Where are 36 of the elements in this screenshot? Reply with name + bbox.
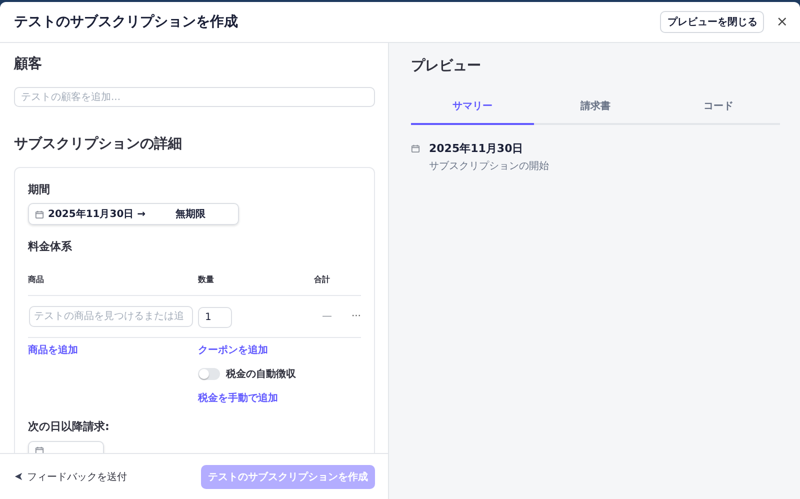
field-label: 期間: [28, 182, 51, 197]
event-description: サブスクリプションの開始: [429, 160, 549, 173]
field-label: 料金体系: [28, 239, 73, 254]
end-date: 無期限: [176, 208, 206, 221]
feedback-text: フィードバックを送付: [27, 470, 127, 484]
date-range-picker[interactable]: 2025年11月30日 → 無期限: [28, 203, 239, 225]
calendar-icon: [411, 144, 420, 153]
customer-field[interactable]: テストの顧客を追加...: [14, 87, 375, 107]
calendar-icon: [35, 446, 44, 453]
add-coupon-link[interactable]: クーポンを追加: [198, 343, 361, 357]
close-button[interactable]: ×: [774, 14, 790, 30]
section-heading: プレビュー: [411, 57, 482, 75]
close-preview-button[interactable]: プレビューを閉じる: [660, 11, 764, 33]
product-field[interactable]: テストの商品を見つけるまたは追: [29, 306, 193, 327]
calendar-icon: [35, 210, 44, 218]
add-tax-link[interactable]: 税金を手動で追加: [198, 391, 361, 405]
more-button[interactable]: ···: [351, 311, 361, 322]
send-icon: [14, 472, 23, 481]
add-product-link[interactable]: 商品を追加: [28, 343, 78, 405]
quantity-field[interactable]: 1: [198, 307, 232, 328]
window-title: テストのサブスクリプションを作成: [14, 13, 238, 31]
field-label: 次の日以降請求:: [28, 419, 110, 434]
column-header: 商品: [28, 274, 45, 285]
start-date: 2025年11月30日 →: [48, 208, 146, 221]
tab[interactable]: コード: [657, 95, 780, 125]
toggle-label: 税金の自動徴収: [226, 368, 296, 381]
column-header: 数量: [198, 274, 215, 285]
column-header: 合計: [314, 274, 331, 285]
tab[interactable]: サマリー: [411, 95, 534, 125]
feedback-link[interactable]: フィードバックを送付: [14, 470, 127, 484]
toggle-switch[interactable]: [198, 368, 220, 380]
tab[interactable]: 請求書: [534, 95, 657, 125]
total-value: —: [322, 311, 332, 322]
event-date: 2025年11月30日: [429, 141, 524, 156]
section-heading: サブスクリプションの詳細: [14, 135, 183, 153]
section-heading: 顧客: [14, 55, 43, 73]
